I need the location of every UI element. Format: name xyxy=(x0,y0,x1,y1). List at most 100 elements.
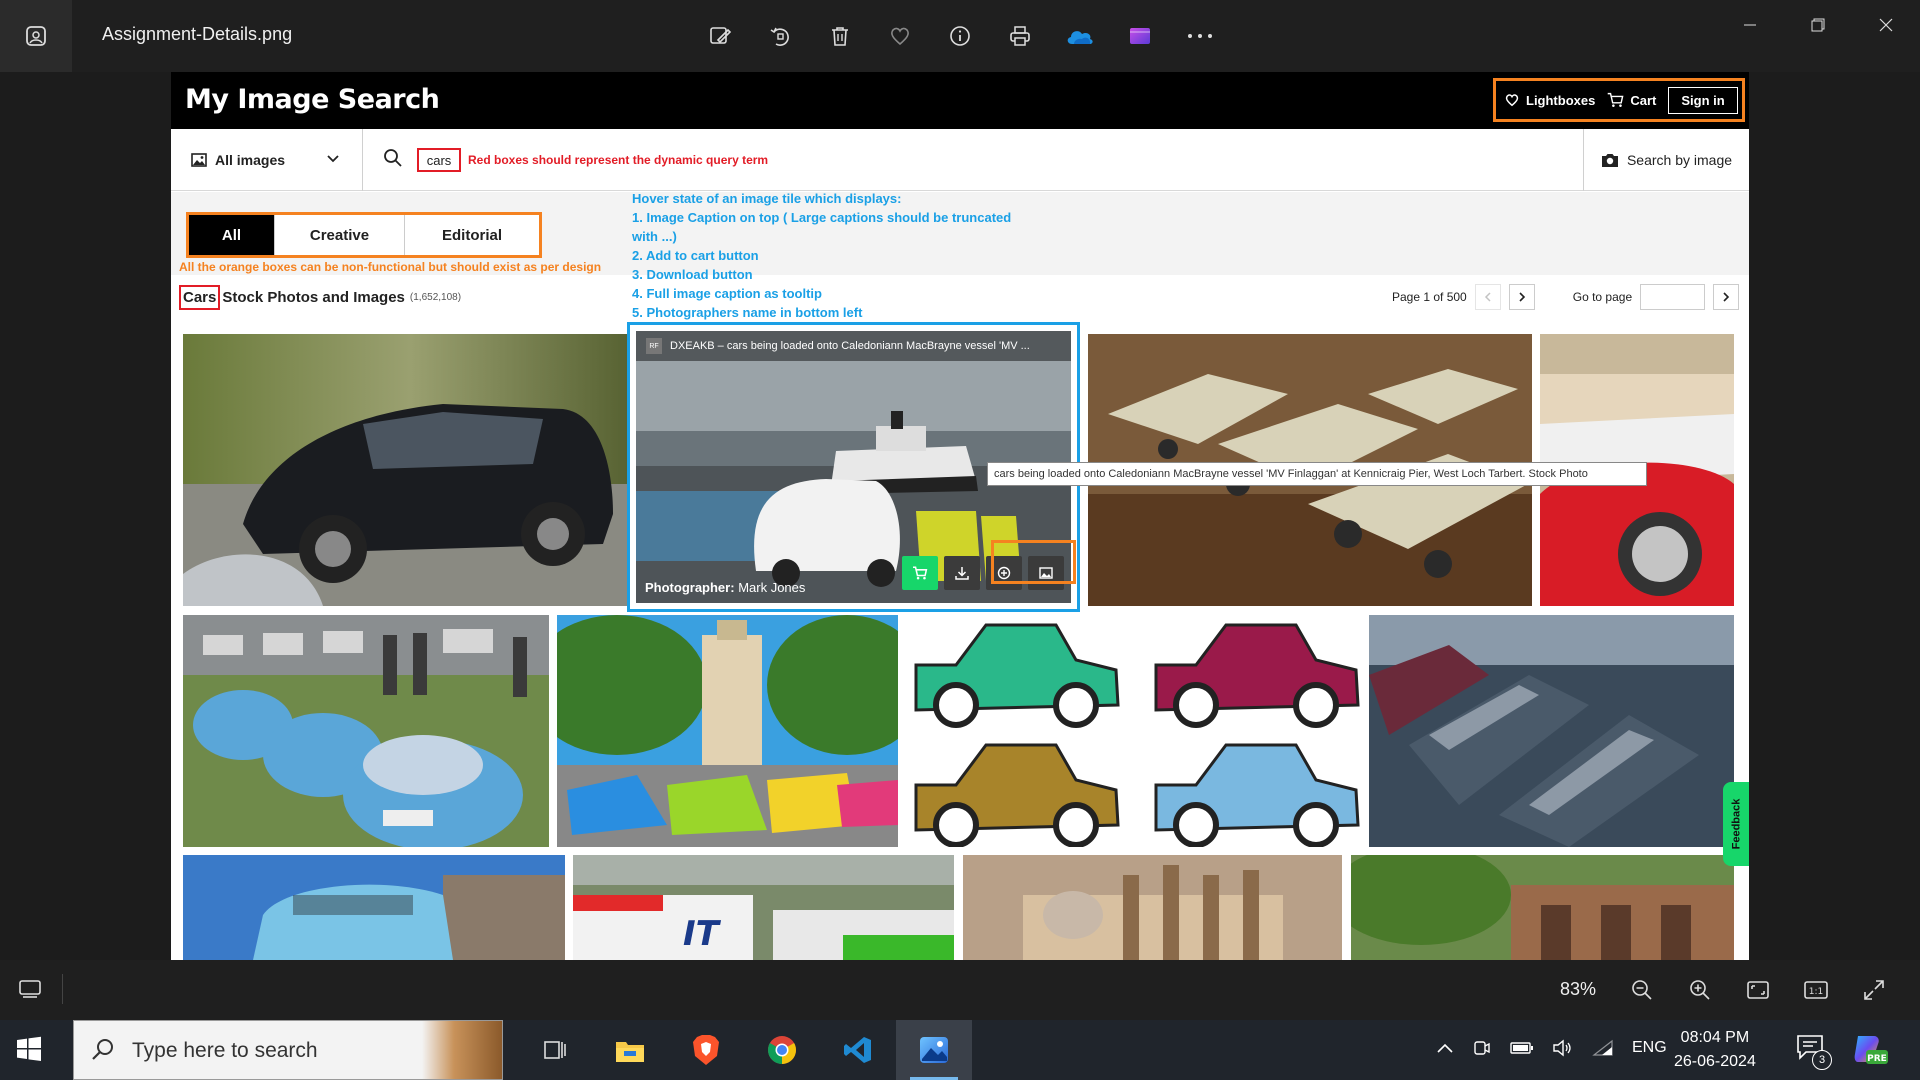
clipchamp-icon[interactable] xyxy=(1120,16,1160,56)
search-by-image-button[interactable]: Search by image xyxy=(1583,129,1749,191)
vscode-icon[interactable] xyxy=(820,1020,896,1080)
image-tile[interactable] xyxy=(183,615,549,847)
image-tile[interactable] xyxy=(963,855,1342,960)
rotate-icon[interactable] xyxy=(760,16,800,56)
photos-app-icon[interactable] xyxy=(0,0,72,72)
image-tile[interactable] xyxy=(183,334,637,606)
feedback-label: Feedback xyxy=(1730,798,1742,850)
wifi-icon[interactable] xyxy=(1592,1039,1614,1057)
svg-text:1:1: 1:1 xyxy=(1809,987,1823,997)
hover-note-line: Hover state of an image tile which displ… xyxy=(632,191,902,206)
photos-taskbar-icon[interactable] xyxy=(896,1020,972,1080)
delete-icon[interactable] xyxy=(820,16,860,56)
file-title: Assignment-Details.png xyxy=(102,24,293,44)
search-by-image-label: Search by image xyxy=(1626,152,1733,168)
sign-in-button[interactable]: Sign in xyxy=(1668,86,1738,114)
lightboxes-label: Lightboxes xyxy=(1526,92,1596,108)
taskbar-search-box[interactable]: Type here to search xyxy=(73,1020,503,1080)
photographer-name[interactable]: Mark Jones xyxy=(738,580,805,595)
svg-text:PRE: PRE xyxy=(1867,1054,1887,1064)
volume-icon[interactable] xyxy=(1552,1039,1574,1057)
results-title: Cars Stock Photos and Images (1,652,108) xyxy=(179,283,461,311)
add-to-cart-button[interactable] xyxy=(902,556,938,590)
tile-caption-text: DXEAKB – cars being loaded onto Caledoni… xyxy=(670,340,1030,352)
task-view-icon[interactable] xyxy=(516,1020,592,1080)
hover-note-line: 2. Add to cart button xyxy=(632,248,759,263)
lightboxes-link[interactable]: Lightboxes xyxy=(1504,92,1595,108)
image-tile[interactable] xyxy=(1369,615,1734,847)
file-explorer-icon[interactable] xyxy=(592,1020,668,1080)
zoom-in-icon[interactable] xyxy=(1680,972,1720,1008)
next-page-button[interactable] xyxy=(1508,284,1535,310)
edit-icon[interactable] xyxy=(700,16,740,56)
brave-browser-icon[interactable] xyxy=(668,1020,744,1080)
photos-statusbar: 83% 1:1 xyxy=(0,960,1920,1020)
hover-note-line: 3. Download button xyxy=(632,267,753,282)
results-count: (1,652,108) xyxy=(409,291,462,303)
photos-titlebar: Assignment-Details.png xyxy=(0,0,1920,72)
zoom-out-icon[interactable] xyxy=(1622,972,1662,1008)
tab-all[interactable]: All xyxy=(189,215,275,255)
goto-page-button[interactable] xyxy=(1713,284,1740,310)
scope-label: All images xyxy=(215,152,286,168)
statusbar-divider xyxy=(62,974,63,1004)
tab-creative[interactable]: Creative xyxy=(275,215,405,255)
search-input[interactable]: cars xyxy=(417,148,461,172)
goto-page-input[interactable] xyxy=(1640,284,1706,310)
search-bar: All images cars Red boxes should represe… xyxy=(171,129,1749,191)
query-annotation: Red boxes should represent the dynamic q… xyxy=(468,153,769,167)
tab-editorial[interactable]: Editorial xyxy=(405,215,539,255)
info-icon[interactable] xyxy=(940,16,980,56)
image-tile[interactable] xyxy=(906,615,1362,847)
image-tile[interactable] xyxy=(557,615,898,847)
svg-text:IT: IT xyxy=(683,914,722,954)
content-type-tabs: All Creative Editorial xyxy=(186,212,542,258)
fit-to-window-icon[interactable] xyxy=(1738,972,1778,1008)
download-button[interactable] xyxy=(944,556,980,590)
battery-icon[interactable] xyxy=(1510,1040,1534,1056)
cart-link[interactable]: Cart xyxy=(1607,92,1656,108)
copilot-icon[interactable]: PRE xyxy=(1852,1032,1888,1071)
hover-note-line: 4. Full image caption as tooltip xyxy=(632,286,822,301)
restore-button[interactable] xyxy=(1784,0,1852,50)
onedrive-icon[interactable] xyxy=(1060,16,1100,56)
print-icon[interactable] xyxy=(1000,16,1040,56)
favorite-icon[interactable] xyxy=(880,16,920,56)
results-term: Cars xyxy=(179,284,221,310)
zoom-level: 83% xyxy=(1560,979,1597,999)
photographer-credit: Photographer: Mark Jones xyxy=(645,580,805,595)
page-indicator: Page 1 of 500 xyxy=(1392,290,1467,304)
more-icon[interactable] xyxy=(1180,16,1220,56)
meet-now-icon[interactable] xyxy=(1472,1038,1492,1058)
caption-tooltip: cars being loaded onto Caledoniann MacBr… xyxy=(987,462,1647,486)
taskbar-search-placeholder: Type here to search xyxy=(132,1039,318,1062)
image-tile[interactable] xyxy=(183,855,565,960)
taskbar-clock[interactable]: 08:04 PM 26-06-2024 xyxy=(1674,1026,1756,1074)
displayed-image: My Image Search Lightboxes Cart Sign in … xyxy=(171,72,1749,960)
actual-size-icon[interactable]: 1:1 xyxy=(1796,972,1836,1008)
image-tile[interactable] xyxy=(1351,855,1734,960)
chrome-icon[interactable] xyxy=(744,1020,820,1080)
image-tile[interactable]: IT xyxy=(573,855,954,960)
scope-dropdown[interactable]: All images xyxy=(171,129,363,191)
search-highlight-art xyxy=(422,1021,502,1079)
clock-time: 08:04 PM xyxy=(1680,1029,1750,1046)
cart-label: Cart xyxy=(1630,92,1657,108)
fullscreen-icon[interactable] xyxy=(1854,972,1894,1008)
feedback-tab[interactable]: Feedback xyxy=(1723,782,1749,866)
filmstrip-icon[interactable] xyxy=(18,976,42,1005)
site-logo[interactable]: My Image Search xyxy=(185,84,440,115)
close-button[interactable] xyxy=(1852,0,1920,50)
minimize-button[interactable] xyxy=(1716,0,1784,50)
prev-page-button[interactable] xyxy=(1474,284,1501,310)
site-header: My Image Search Lightboxes Cart Sign in xyxy=(171,72,1749,129)
search-icon[interactable] xyxy=(383,148,403,173)
orange-annotation: All the orange boxes can be non-function… xyxy=(179,260,602,274)
windows-start-icon[interactable] xyxy=(16,1036,42,1067)
hover-note-line: 1. Image Caption on top ( Large captions… xyxy=(632,210,1012,225)
notification-count: 3 xyxy=(1812,1050,1832,1070)
chevron-up-icon[interactable] xyxy=(1436,1042,1454,1054)
language-indicator[interactable]: ENG xyxy=(1632,1039,1667,1057)
tile-caption: RF DXEAKB – cars being loaded onto Caled… xyxy=(636,331,1071,361)
rf-badge: RF xyxy=(646,338,662,354)
